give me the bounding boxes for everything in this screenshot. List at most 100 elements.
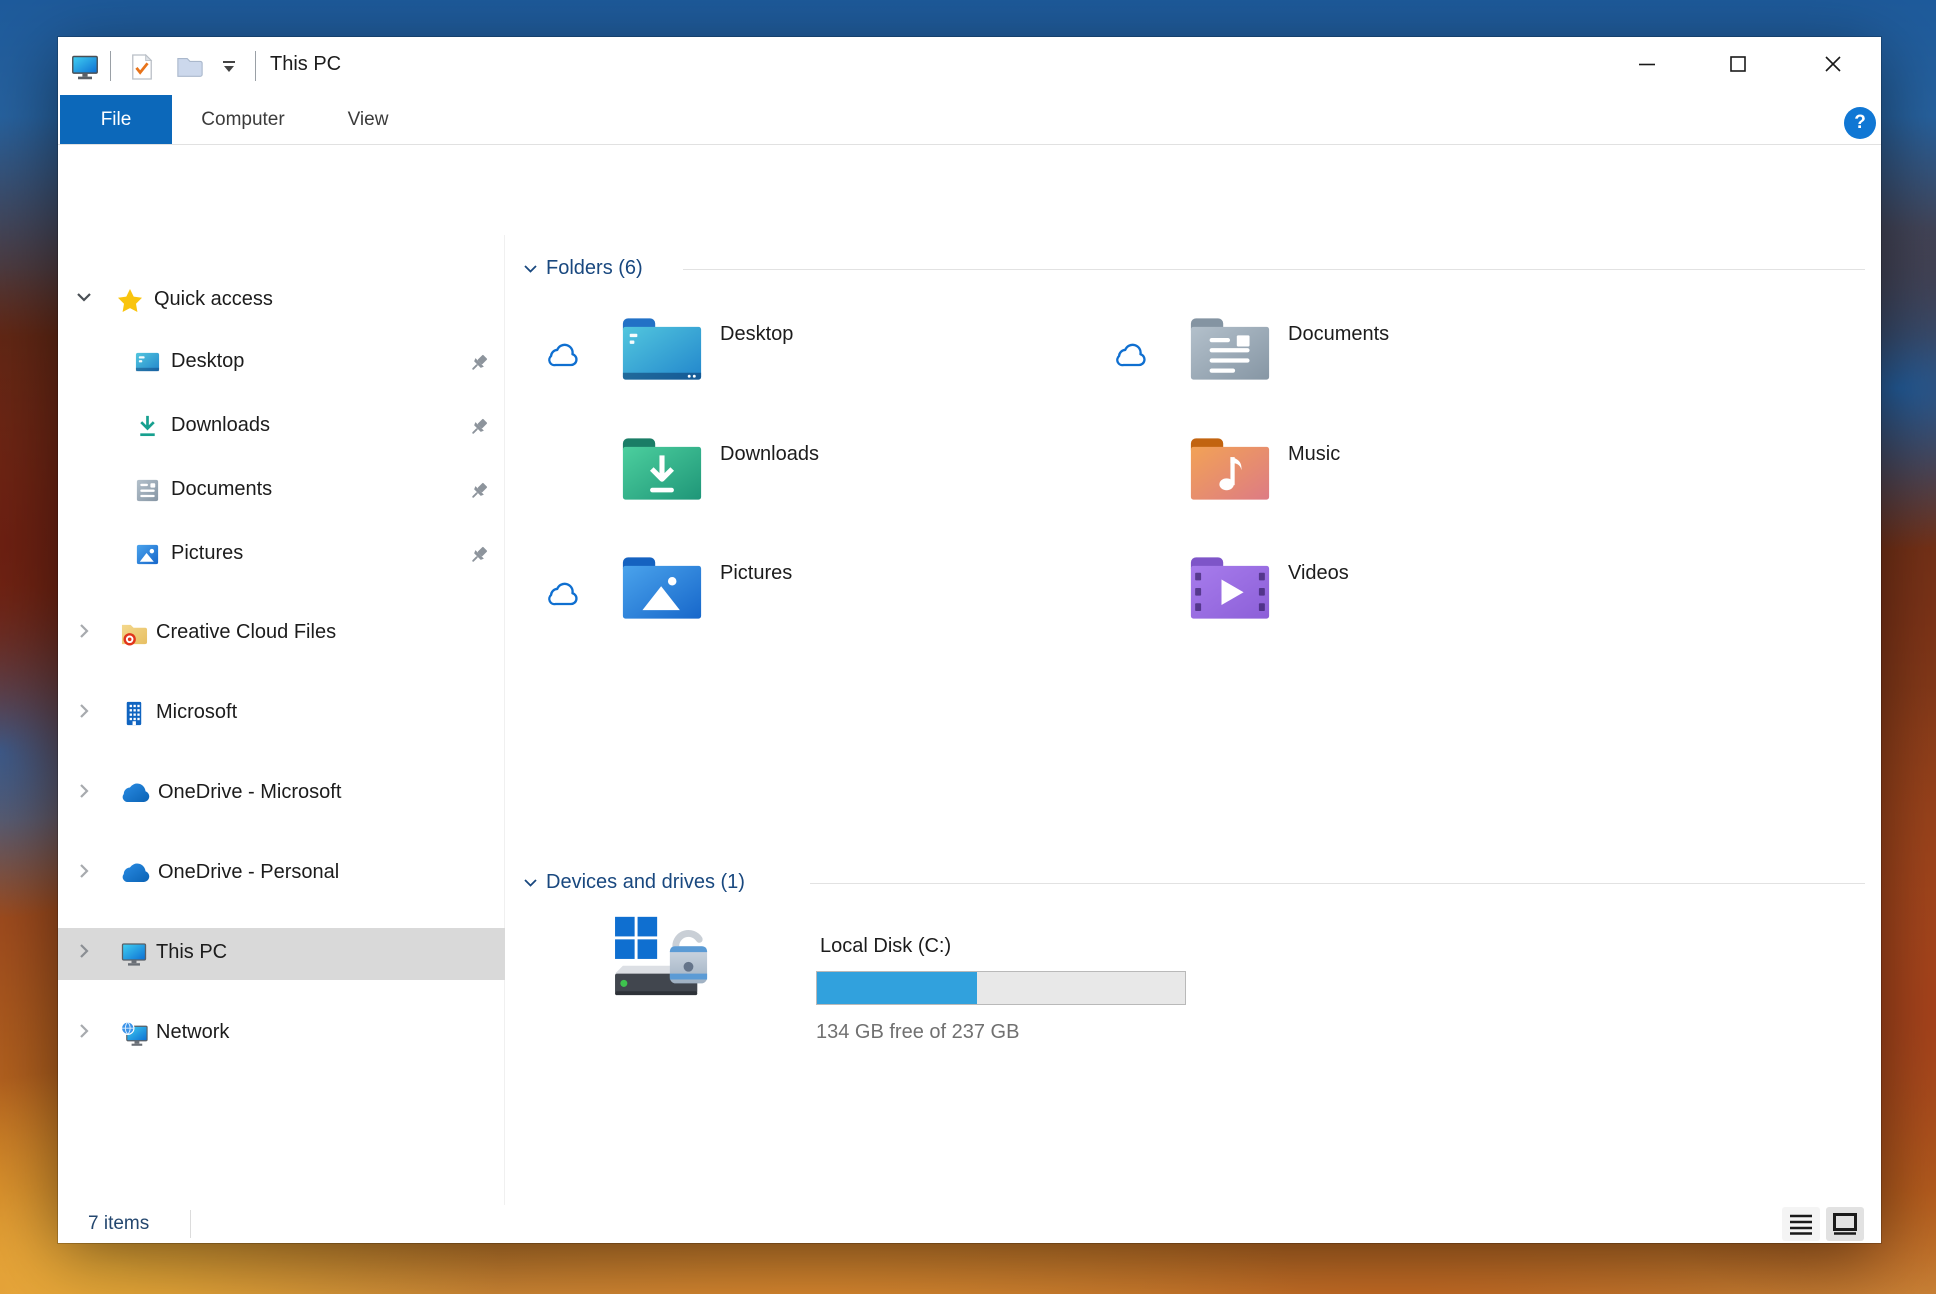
group-header-folders[interactable]: Folders (6) [523, 257, 643, 280]
details-view-icon[interactable] [1782, 1207, 1820, 1241]
chevron-down-icon[interactable] [523, 877, 538, 889]
address-toolbar: This PC [58, 145, 1881, 327]
pin-icon [468, 352, 490, 374]
sidebar-item-label: OneDrive - Microsoft [158, 781, 342, 803]
folder-tile-downloads[interactable]: Downloads [538, 435, 1078, 535]
group-divider [810, 883, 1865, 884]
sidebar-item-downloads[interactable]: Downloads [58, 405, 505, 449]
sidebar-item-microsoft[interactable]: Microsoft [58, 692, 505, 736]
folder-tile-label: Documents [1288, 323, 1390, 345]
sidebar-item-label: Microsoft [156, 701, 238, 723]
title-bar: This PC [58, 37, 1881, 95]
onedrive-cloud-icon [120, 782, 152, 804]
sidebar-item-network[interactable]: Network [58, 1012, 505, 1056]
navigation-pane: Quick access Desktop Downloads Documents [58, 235, 505, 1205]
sidebar-item-pictures[interactable]: Pictures [58, 533, 505, 577]
cloud-status-icon [546, 582, 582, 608]
chevron-down-icon[interactable] [76, 290, 92, 306]
chevron-down-icon[interactable] [523, 263, 538, 275]
monitor-icon [120, 940, 148, 968]
close-button[interactable] [1800, 37, 1866, 91]
tab-computer[interactable]: Computer [188, 95, 298, 144]
pin-icon [468, 544, 490, 566]
tab-view[interactable]: View [338, 95, 398, 144]
folder-tile-videos[interactable]: Videos [1106, 554, 1646, 654]
folder-tile-music[interactable]: Music [1106, 435, 1646, 535]
document-icon [134, 477, 161, 504]
chevron-right-icon[interactable] [76, 623, 92, 639]
chevron-right-icon[interactable] [76, 1023, 92, 1039]
this-pc-app-icon [71, 53, 99, 81]
sidebar-item-label: Network [156, 1021, 230, 1043]
sidebar-item-onedrive-microsoft[interactable]: OneDrive - Microsoft [58, 772, 505, 816]
creative-cloud-icon [120, 620, 149, 647]
status-separator [190, 1210, 191, 1238]
folder-tile-label: Music [1288, 443, 1341, 465]
tab-view-label: View [347, 108, 389, 130]
qat-customize-button[interactable] [214, 51, 244, 83]
tab-file-label: File [100, 108, 132, 130]
building-icon [120, 700, 147, 727]
documents-folder-icon [1188, 315, 1272, 383]
sidebar-item-this-pc[interactable]: This PC [58, 932, 505, 976]
cloud-status-icon [1114, 343, 1150, 369]
tab-computer-label: Computer [201, 108, 285, 130]
star-icon [116, 287, 144, 315]
sidebar-item-label: Desktop [171, 350, 245, 372]
pictures-folder-icon [620, 554, 704, 622]
status-bar: 7 items [58, 1205, 1881, 1243]
file-list-pane: Folders (6) Desktop Documents Downloads [505, 235, 1881, 1205]
qat-new-folder-button[interactable] [170, 49, 210, 85]
sidebar-item-creative-cloud-files[interactable]: Creative Cloud Files [58, 612, 505, 656]
sidebar-item-label: Creative Cloud Files [156, 621, 337, 643]
folder-tile-pictures[interactable]: Pictures [538, 554, 1078, 654]
music-folder-icon [1188, 435, 1272, 503]
group-divider [683, 269, 1865, 270]
group-header-devices[interactable]: Devices and drives (1) [523, 871, 745, 894]
content-area: Quick access Desktop Downloads Documents [58, 235, 1881, 1205]
window-title: This PC [270, 53, 342, 75]
folder-tile-label: Pictures [720, 562, 793, 584]
file-explorer-window: This PC File Computer View ? Search This… [58, 37, 1881, 1243]
folder-tile-label: Videos [1288, 562, 1349, 584]
folder-tile-desktop[interactable]: Desktop [538, 315, 1078, 415]
chevron-right-icon[interactable] [76, 863, 92, 879]
videos-folder-icon [1188, 554, 1272, 622]
maximize-button[interactable] [1705, 37, 1771, 91]
folder-tile-label: Desktop [720, 323, 794, 345]
ribbon-tab-strip: File Computer View [58, 95, 1881, 181]
sidebar-item-label: This PC [156, 941, 228, 963]
sidebar-item-label: Downloads [171, 414, 270, 436]
local-disk-bitlocker-icon [613, 909, 715, 1003]
sidebar-item-label: Documents [171, 478, 273, 500]
onedrive-cloud-icon [120, 862, 152, 884]
help-button[interactable]: ? [1844, 107, 1876, 139]
pin-icon [468, 416, 490, 438]
folder-tile-documents[interactable]: Documents [1106, 315, 1646, 415]
download-arrow-icon [134, 413, 161, 440]
sidebar-item-label: Pictures [171, 542, 244, 564]
sidebar-item-quick-access[interactable]: Quick access [58, 279, 505, 323]
chevron-right-icon[interactable] [76, 943, 92, 959]
folder-tile-label: Downloads [720, 443, 819, 465]
group-title: Devices and drives (1) [546, 871, 745, 893]
minimize-button[interactable] [1614, 37, 1680, 91]
sidebar-item-onedrive-personal[interactable]: OneDrive - Personal [58, 852, 505, 896]
qat-properties-button[interactable] [124, 49, 160, 85]
qat-separator-2 [255, 51, 256, 81]
large-icons-view-icon[interactable] [1826, 1207, 1864, 1241]
cloud-status-icon [546, 343, 582, 369]
tab-file[interactable]: File [60, 95, 172, 144]
chevron-right-icon[interactable] [76, 703, 92, 719]
drive-tile-local-disk-c[interactable]: Local Disk (C:) 134 GB free of 237 GB [605, 907, 1305, 1057]
sidebar-item-desktop[interactable]: Desktop [58, 341, 505, 385]
sidebar-item-documents[interactable]: Documents [58, 469, 505, 513]
sidebar-item-label: Quick access [154, 288, 273, 310]
network-monitor-icon [120, 1020, 149, 1048]
disk-usage-fill [817, 972, 978, 1004]
desktop-icon [134, 349, 161, 376]
drive-free-space-text: 134 GB free of 237 GB [816, 1021, 1020, 1043]
drive-label: Local Disk (C:) [820, 935, 952, 957]
chevron-right-icon[interactable] [76, 783, 92, 799]
picture-icon [134, 541, 161, 568]
